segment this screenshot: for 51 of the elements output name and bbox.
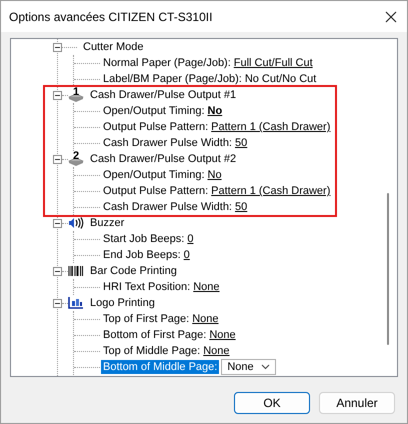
setting-value[interactable]: None: [203, 345, 230, 357]
setting-label[interactable]: Label/BM Paper (Page/Job):: [103, 72, 242, 86]
setting-label[interactable]: Open/Output Timing:: [103, 104, 204, 118]
setting-label[interactable]: HRI Text Position:: [103, 280, 190, 294]
setting-value[interactable]: Full Cut/Full Cut: [234, 57, 313, 69]
logo-icon: [68, 296, 84, 310]
setting-label[interactable]: Cash Drawer Pulse Width:: [103, 200, 232, 214]
setting-label[interactable]: Normal Paper (Page/Job):: [103, 56, 231, 70]
setting-value[interactable]: None: [192, 313, 219, 325]
tree-group-label[interactable]: Cash Drawer/Pulse Output #2: [90, 153, 236, 165]
setting-value[interactable]: None: [209, 329, 236, 341]
scrollbar-thumb[interactable]: [387, 193, 389, 345]
setting-label[interactable]: Cash Drawer Pulse Width:: [103, 136, 232, 150]
tree-group-label[interactable]: Cutter Mode: [83, 41, 144, 53]
chevron-down-icon: [261, 364, 270, 370]
tree-group-label[interactable]: Bar Code Printing: [90, 265, 177, 277]
collapse-icon[interactable]: [53, 154, 62, 164]
collapse-icon[interactable]: [53, 266, 62, 276]
dialog-button[interactable]: Annuler: [319, 392, 395, 414]
collapse-icon[interactable]: [53, 90, 62, 100]
setting-value[interactable]: 50: [235, 201, 248, 213]
setting-value[interactable]: Pattern 1 (Cash Drawer): [211, 185, 330, 197]
tree-group-label[interactable]: Buzzer: [90, 217, 124, 229]
setting-value[interactable]: No: [208, 105, 222, 117]
setting-value[interactable]: No Cut/No Cut: [244, 73, 316, 85]
setting-label[interactable]: Top of Middle Page:: [103, 344, 200, 358]
setting-label[interactable]: End Job Beeps:: [103, 248, 181, 262]
setting-label[interactable]: Start Job Beeps:: [103, 232, 184, 246]
setting-label[interactable]: Output Pulse Pattern:: [103, 184, 208, 198]
close-icon[interactable]: [385, 10, 397, 22]
tree-group-label[interactable]: Logo Printing: [90, 297, 155, 309]
setting-value[interactable]: 0: [184, 249, 190, 261]
setting-value[interactable]: No: [208, 169, 222, 181]
dialog-button[interactable]: OK: [234, 392, 310, 414]
barcode-icon: [68, 265, 84, 277]
setting-value[interactable]: 0: [187, 233, 194, 245]
collapse-icon[interactable]: [53, 42, 62, 52]
setting-label[interactable]: Top of First Page:: [103, 312, 190, 326]
setting-value[interactable]: 50: [235, 137, 248, 149]
setting-label[interactable]: Output Pulse Pattern:: [103, 120, 208, 134]
collapse-icon[interactable]: [53, 218, 62, 228]
tree-group-label[interactable]: Cash Drawer/Pulse Output #1: [90, 89, 236, 101]
speaker-icon: [68, 217, 84, 229]
setting-label[interactable]: Open/Output Timing:: [103, 168, 204, 182]
setting-label[interactable]: Bottom of First Page:: [103, 328, 206, 342]
setting-value[interactable]: None: [193, 281, 220, 293]
setting-value[interactable]: Pattern 1 (Cash Drawer): [211, 121, 330, 133]
value-dropdown[interactable]: None: [221, 359, 276, 375]
setting-label[interactable]: Bottom of Middle Page:: [101, 360, 220, 374]
collapse-icon[interactable]: [53, 298, 62, 308]
window-title: Options avancées CITIZEN CT-S310II: [9, 10, 212, 24]
